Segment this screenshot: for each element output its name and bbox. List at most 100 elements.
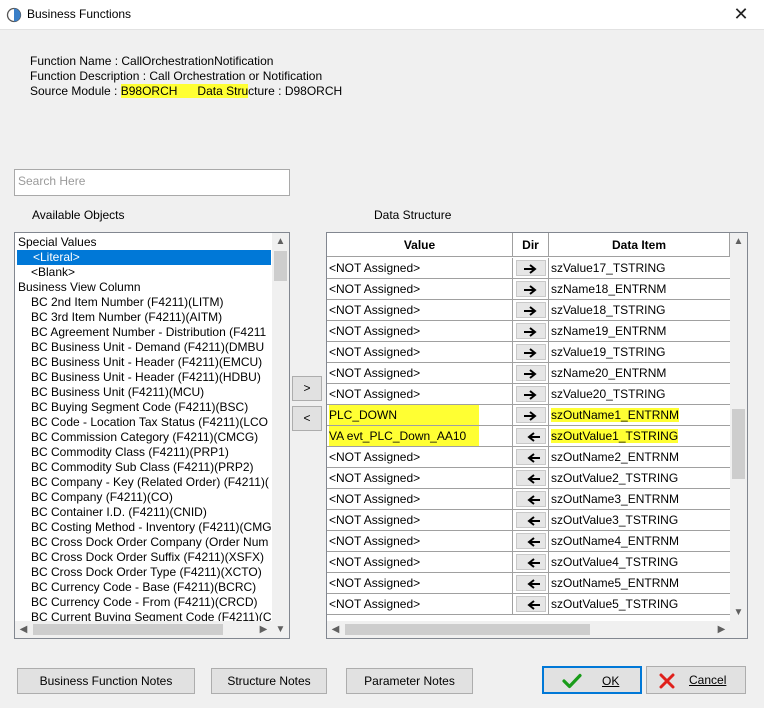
column-header-dir[interactable]: Dir [513, 233, 549, 257]
list-item[interactable]: BC 2nd Item Number (F4211)(LITM) [15, 295, 273, 310]
scroll-up-icon[interactable]: ▲ [272, 233, 289, 250]
direction-button[interactable] [516, 575, 546, 591]
list-item[interactable]: BC Costing Method - Inventory (F4211)(CM… [15, 520, 273, 535]
list-item[interactable]: BC 3rd Item Number (F4211)(AITM) [15, 310, 273, 325]
list-item[interactable]: <Blank> [15, 265, 273, 280]
search-input[interactable]: Search Here [14, 169, 290, 196]
row-data-item-cell[interactable]: szValue20_TSTRING [549, 384, 730, 405]
list-item[interactable]: BC Currency Code - From (F4211)(CRCD) [15, 595, 273, 610]
list-item[interactable]: BC Container I.D. (F4211)(CNID) [15, 505, 273, 520]
column-header-value[interactable]: Value [327, 233, 513, 257]
row-value-cell[interactable]: PLC_DOWN [327, 405, 513, 426]
add-button[interactable]: > [292, 376, 322, 401]
list-item[interactable]: BC Currency Code - Base (F4211)(BCRC) [15, 580, 273, 595]
row-data-item-cell[interactable]: szOutName3_ENTRNM [549, 489, 730, 510]
parameter-notes-button[interactable]: Parameter Notes [346, 668, 473, 694]
row-value-cell[interactable]: VA evt_PLC_Down_AA10 [327, 426, 513, 447]
row-data-item-cell[interactable]: szOutValue1_TSTRING [549, 426, 730, 447]
list-vertical-scrollbar[interactable]: ▲ ▼ [272, 233, 289, 638]
direction-button[interactable] [516, 491, 546, 507]
list-item[interactable]: BC Buying Segment Code (F4211)(BSC) [15, 400, 273, 415]
list-scroll-thumb[interactable] [274, 251, 287, 281]
row-value-cell[interactable]: <NOT Assigned> [327, 489, 513, 510]
row-data-item-cell[interactable]: szOutName4_ENTRNM [549, 531, 730, 552]
row-value-cell[interactable]: <NOT Assigned> [327, 573, 513, 594]
direction-button[interactable] [516, 596, 546, 612]
row-value-cell[interactable]: <NOT Assigned> [327, 468, 513, 489]
scroll-down-icon[interactable]: ▼ [730, 604, 747, 621]
direction-button[interactable] [516, 281, 546, 297]
row-value-cell[interactable]: <NOT Assigned> [327, 447, 513, 468]
row-value-cell[interactable]: <NOT Assigned> [327, 342, 513, 363]
direction-button[interactable] [516, 260, 546, 276]
row-data-item-cell[interactable]: szOutValue5_TSTRING [549, 594, 730, 615]
list-item[interactable]: BC Business Unit - Header (F4211)(EMCU) [15, 355, 273, 370]
list-item[interactable]: BC Cross Dock Order Suffix (F4211)(XSFX) [15, 550, 273, 565]
row-value-cell[interactable]: <NOT Assigned> [327, 594, 513, 615]
list-group-header[interactable]: Special Values [15, 235, 273, 250]
row-data-item-cell[interactable]: szValue19_TSTRING [549, 342, 730, 363]
list-item[interactable]: BC Commodity Class (F4211)(PRP1) [15, 445, 273, 460]
list-item[interactable]: BC Commission Category (F4211)(CMCG) [15, 430, 273, 445]
row-value-cell[interactable]: <NOT Assigned> [327, 384, 513, 405]
row-data-item-cell[interactable]: szOutValue3_TSTRING [549, 510, 730, 531]
direction-button[interactable] [516, 323, 546, 339]
row-data-item-cell[interactable]: szValue18_TSTRING [549, 300, 730, 321]
business-function-notes-button[interactable]: Business Function Notes [17, 668, 195, 694]
row-value-cell[interactable]: <NOT Assigned> [327, 300, 513, 321]
direction-button[interactable] [516, 428, 546, 444]
list-item[interactable]: BC Business Unit - Header (F4211)(HDBU) [15, 370, 273, 385]
list-item[interactable]: BC Business Unit - Demand (F4211)(DMBU [15, 340, 273, 355]
close-button[interactable]: ✕ [718, 0, 764, 30]
scroll-up-icon[interactable]: ▲ [730, 233, 747, 250]
row-value-cell[interactable]: <NOT Assigned> [327, 321, 513, 342]
direction-button[interactable] [516, 533, 546, 549]
data-structure-grid[interactable]: Value Dir Data Item <NOT Assigned> szValu… [326, 232, 748, 639]
row-data-item-cell[interactable]: szValue17_TSTRING [549, 258, 730, 279]
row-data-item-cell[interactable]: szName20_ENTRNM [549, 363, 730, 384]
direction-button[interactable] [516, 407, 546, 423]
column-header-data-item[interactable]: Data Item [549, 233, 730, 257]
row-data-item-cell[interactable]: szOutName5_ENTRNM [549, 573, 730, 594]
list-item[interactable]: BC Company - Key (Related Order) (F4211)… [15, 475, 273, 490]
direction-button[interactable] [516, 386, 546, 402]
row-data-item-cell[interactable]: szOutValue2_TSTRING [549, 468, 730, 489]
row-value-cell[interactable]: <NOT Assigned> [327, 363, 513, 384]
row-value-cell[interactable]: <NOT Assigned> [327, 258, 513, 279]
list-item[interactable]: BC Business Unit (F4211)(MCU) [15, 385, 273, 400]
list-item[interactable]: BC Code - Location Tax Status (F4211)(LC… [15, 415, 273, 430]
direction-button[interactable] [516, 365, 546, 381]
list-horizontal-scrollbar[interactable]: ◀ ▶ [15, 621, 272, 638]
scroll-left-icon[interactable]: ◀ [327, 621, 344, 638]
available-objects-list[interactable]: Special Values <Literal> <Blank> Business V… [14, 232, 290, 639]
row-data-item-cell[interactable]: szName19_ENTRNM [549, 321, 730, 342]
scroll-down-icon[interactable]: ▼ [272, 621, 289, 638]
grid-vertical-scrollbar[interactable]: ▲ ▼ [730, 233, 747, 638]
row-data-item-cell[interactable]: szOutName1_ENTRNM [549, 405, 730, 426]
remove-button[interactable]: < [292, 406, 322, 431]
row-data-item-cell[interactable]: szName18_ENTRNM [549, 279, 730, 300]
structure-notes-button[interactable]: Structure Notes [211, 668, 327, 694]
scroll-right-icon[interactable]: ▶ [255, 621, 272, 638]
ok-button[interactable]: OK [542, 666, 642, 694]
direction-button[interactable] [516, 512, 546, 528]
cancel-button[interactable]: Cancel [646, 666, 746, 694]
row-data-item-cell[interactable]: szOutValue4_TSTRING [549, 552, 730, 573]
scroll-left-icon[interactable]: ◀ [15, 621, 32, 638]
list-group-header[interactable]: Business View Column [15, 280, 273, 295]
row-data-item-cell[interactable]: szOutName2_ENTRNM [549, 447, 730, 468]
row-value-cell[interactable]: <NOT Assigned> [327, 531, 513, 552]
list-item[interactable]: <Literal> [17, 250, 271, 265]
direction-button[interactable] [516, 449, 546, 465]
direction-button[interactable] [516, 554, 546, 570]
list-item[interactable]: BC Cross Dock Order Company (Order Num [15, 535, 273, 550]
row-value-cell[interactable]: <NOT Assigned> [327, 279, 513, 300]
direction-button[interactable] [516, 470, 546, 486]
row-value-cell[interactable]: <NOT Assigned> [327, 552, 513, 573]
direction-button[interactable] [516, 302, 546, 318]
list-item[interactable]: BC Commodity Sub Class (F4211)(PRP2) [15, 460, 273, 475]
list-item[interactable]: BC Company (F4211)(CO) [15, 490, 273, 505]
list-item[interactable]: BC Agreement Number - Distribution (F421… [15, 325, 273, 340]
row-value-cell[interactable]: <NOT Assigned> [327, 510, 513, 531]
grid-scroll-thumb[interactable] [732, 409, 745, 479]
